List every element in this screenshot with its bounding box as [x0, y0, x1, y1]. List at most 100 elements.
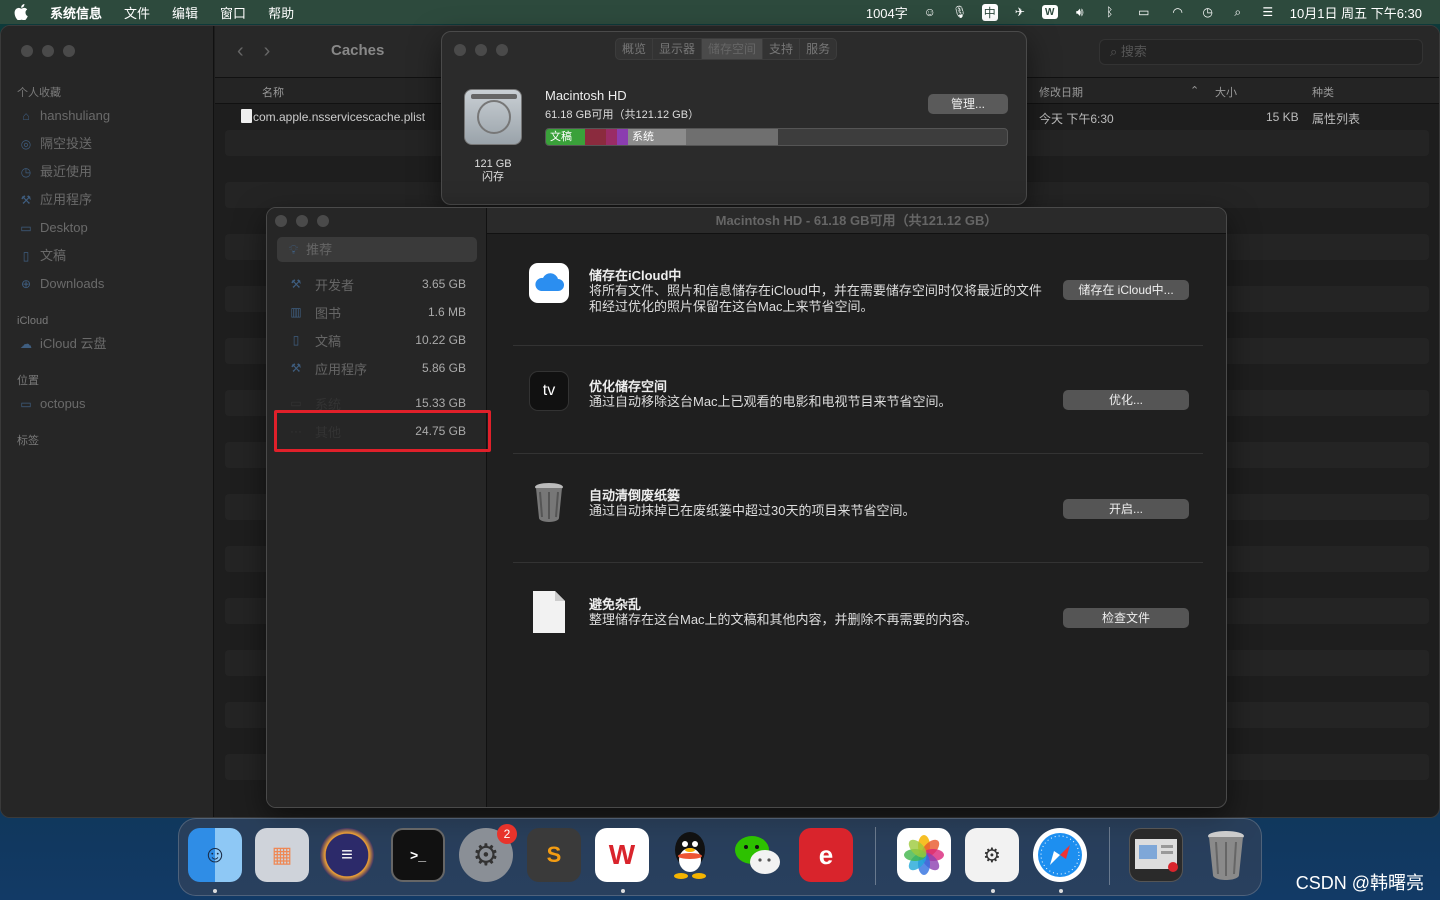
trash-icon	[529, 480, 569, 522]
photos-icon[interactable]	[897, 828, 951, 882]
manage-button[interactable]: 管理...	[928, 94, 1008, 114]
forward-icon[interactable]: ›	[264, 40, 271, 63]
bar-segment-apps	[686, 129, 779, 145]
tab-service[interactable]: 服务	[800, 39, 836, 59]
wps-icon[interactable]: W	[595, 828, 649, 882]
finder-icon[interactable]: ☺	[188, 828, 242, 882]
menu-help[interactable]: 帮助	[268, 3, 294, 22]
category-recommended[interactable]: 💡︎ 推荐	[277, 237, 477, 262]
column-name[interactable]: 名称	[262, 84, 284, 100]
trash-icon[interactable]	[1199, 828, 1253, 882]
minimize-button[interactable]	[42, 45, 54, 57]
safari-icon[interactable]	[1033, 828, 1087, 882]
tab-storage[interactable]: 储存空间	[702, 39, 764, 59]
bar-segment-other-b	[606, 129, 617, 145]
sidebar-item-icloud-drive[interactable]: ☁ iCloud 云盘	[1, 330, 213, 358]
appletv-label: tv	[542, 382, 556, 399]
volume-icon[interactable]: 🔊︎	[1072, 5, 1088, 19]
category-documents[interactable]: ▯ 文稿 10.22 GB	[277, 327, 477, 353]
disk-free: 61.18 GB可用（共121.12 GB）	[545, 109, 700, 121]
apple-menu-icon[interactable]	[12, 3, 30, 21]
window-controls	[21, 45, 75, 57]
category-size: 3.65 GB	[421, 277, 466, 291]
hammer-icon: ⚒	[290, 277, 302, 291]
review-files-button[interactable]: 检查文件	[1063, 608, 1189, 628]
optimize-button[interactable]: 优化...	[1063, 390, 1189, 410]
microphone-icon[interactable]: 🎙︎	[952, 5, 968, 19]
disk-caption: 121 GB 闪存	[462, 158, 524, 184]
launchpad-icon[interactable]: ▦	[255, 828, 309, 882]
cloud-icon: ☁	[20, 337, 32, 351]
sublime-icon[interactable]: S	[527, 828, 581, 882]
sidebar-item-documents[interactable]: ▯ 文稿	[1, 242, 213, 270]
appletv-icon: tv	[529, 371, 569, 411]
zoom-button[interactable]	[496, 44, 508, 56]
category-size: 10.22 GB	[415, 333, 466, 347]
menu-clock[interactable]: 10月1日 周五 下午6:30	[1290, 3, 1422, 22]
spotlight-search-icon[interactable]: ⌕	[1230, 5, 1246, 19]
emoji-icon[interactable]: ☺	[922, 5, 938, 19]
storage-sidebar: 💡︎ 推荐 ⚒ 开发者 3.65 GB ▥ 图书 1.6 MB ▯ 文稿 10.22 GB …	[267, 208, 491, 807]
sidebar-item-recents[interactable]: ◷ 最近使用	[1, 158, 213, 186]
category-applications[interactable]: ⚒ 应用程序 5.86 GB	[277, 355, 477, 381]
back-icon[interactable]: ‹	[237, 40, 244, 63]
wifi-icon[interactable]: ◠	[1170, 5, 1186, 19]
category-developer[interactable]: ⚒ 开发者 3.65 GB	[277, 271, 477, 297]
system-info-icon[interactable]: ⚙	[965, 828, 1019, 882]
column-date[interactable]: 修改日期	[1039, 84, 1083, 100]
sidebar-item-octopus[interactable]: ▭ octopus	[1, 390, 213, 418]
control-center-icon[interactable]: ☰	[1260, 5, 1276, 19]
column-size[interactable]: 大小	[1215, 84, 1237, 100]
eclipse-icon[interactable]: ≡	[320, 828, 374, 882]
bluetooth-icon[interactable]: ᛒ	[1102, 5, 1118, 19]
storage-window-title: Macintosh HD - 61.18 GB可用（共121.12 GB）	[487, 208, 1226, 234]
wps-status-icon[interactable]: W	[1041, 5, 1058, 19]
icloud-icon	[529, 263, 569, 303]
tab-overview[interactable]: 概览	[616, 39, 654, 59]
sort-ascending-icon[interactable]: ⌃	[1190, 84, 1199, 97]
category-name: 应用程序	[315, 361, 368, 377]
close-button[interactable]	[454, 44, 466, 56]
minimize-button[interactable]	[296, 215, 308, 227]
expressvpn-icon[interactable]: e	[799, 828, 853, 882]
sidebar-item-airdrop[interactable]: ◎ 隔空投送	[1, 130, 213, 158]
system-preferences-icon[interactable]: ⚙ 2	[459, 824, 517, 882]
bar-segment-purple	[616, 129, 629, 145]
input-method-indicator[interactable]: 中	[981, 3, 998, 21]
watermark-text: CSDN @韩曙亮	[1295, 873, 1424, 893]
bar-segment-other-a	[584, 129, 607, 145]
menu-file[interactable]: 文件	[124, 3, 150, 22]
close-button[interactable]	[275, 215, 287, 227]
menu-app-name[interactable]: 系统信息	[50, 3, 102, 22]
sidebar-item-applications[interactable]: ⚒ 应用程序	[1, 186, 213, 214]
zoom-button[interactable]	[63, 45, 75, 57]
sidebar-item-desktop[interactable]: ▭ Desktop	[1, 214, 213, 242]
airdrop-icon: ◎	[20, 137, 32, 151]
bar-segment-system: 系统	[628, 129, 687, 145]
word-count[interactable]: 1004字	[866, 3, 908, 22]
category-name: 开发者	[315, 277, 355, 293]
tab-displays[interactable]: 显示器	[653, 39, 703, 59]
minimize-button[interactable]	[475, 44, 487, 56]
airplane-icon[interactable]: ✈	[1012, 5, 1028, 19]
category-books[interactable]: ▥ 图书 1.6 MB	[277, 299, 477, 325]
wechat-icon[interactable]	[731, 828, 785, 882]
zoom-button[interactable]	[317, 215, 329, 227]
enable-auto-empty-button[interactable]: 开启...	[1063, 499, 1189, 519]
battery-icon[interactable]: ▭	[1132, 5, 1156, 19]
terminal-icon[interactable]: >_	[391, 828, 445, 882]
menu-edit[interactable]: 编辑	[172, 3, 198, 22]
category-name: 图书	[315, 305, 342, 321]
menu-window[interactable]: 窗口	[220, 3, 246, 22]
preview-icon[interactable]	[1129, 828, 1183, 882]
search-field[interactable]: ⌕ 搜索	[1099, 39, 1423, 65]
tab-support[interactable]: 支持	[763, 39, 801, 59]
time-machine-icon[interactable]: ◷	[1200, 5, 1216, 19]
qq-icon[interactable]	[663, 828, 717, 882]
category-label: 推荐	[306, 242, 333, 257]
store-in-icloud-button[interactable]: 储存在 iCloud中...	[1063, 280, 1189, 300]
sidebar-item-home[interactable]: ⌂ hanshuliang	[1, 102, 213, 130]
close-button[interactable]	[21, 45, 33, 57]
sidebar-item-downloads[interactable]: ⊕ Downloads	[1, 270, 213, 298]
column-kind[interactable]: 种类	[1312, 84, 1334, 100]
